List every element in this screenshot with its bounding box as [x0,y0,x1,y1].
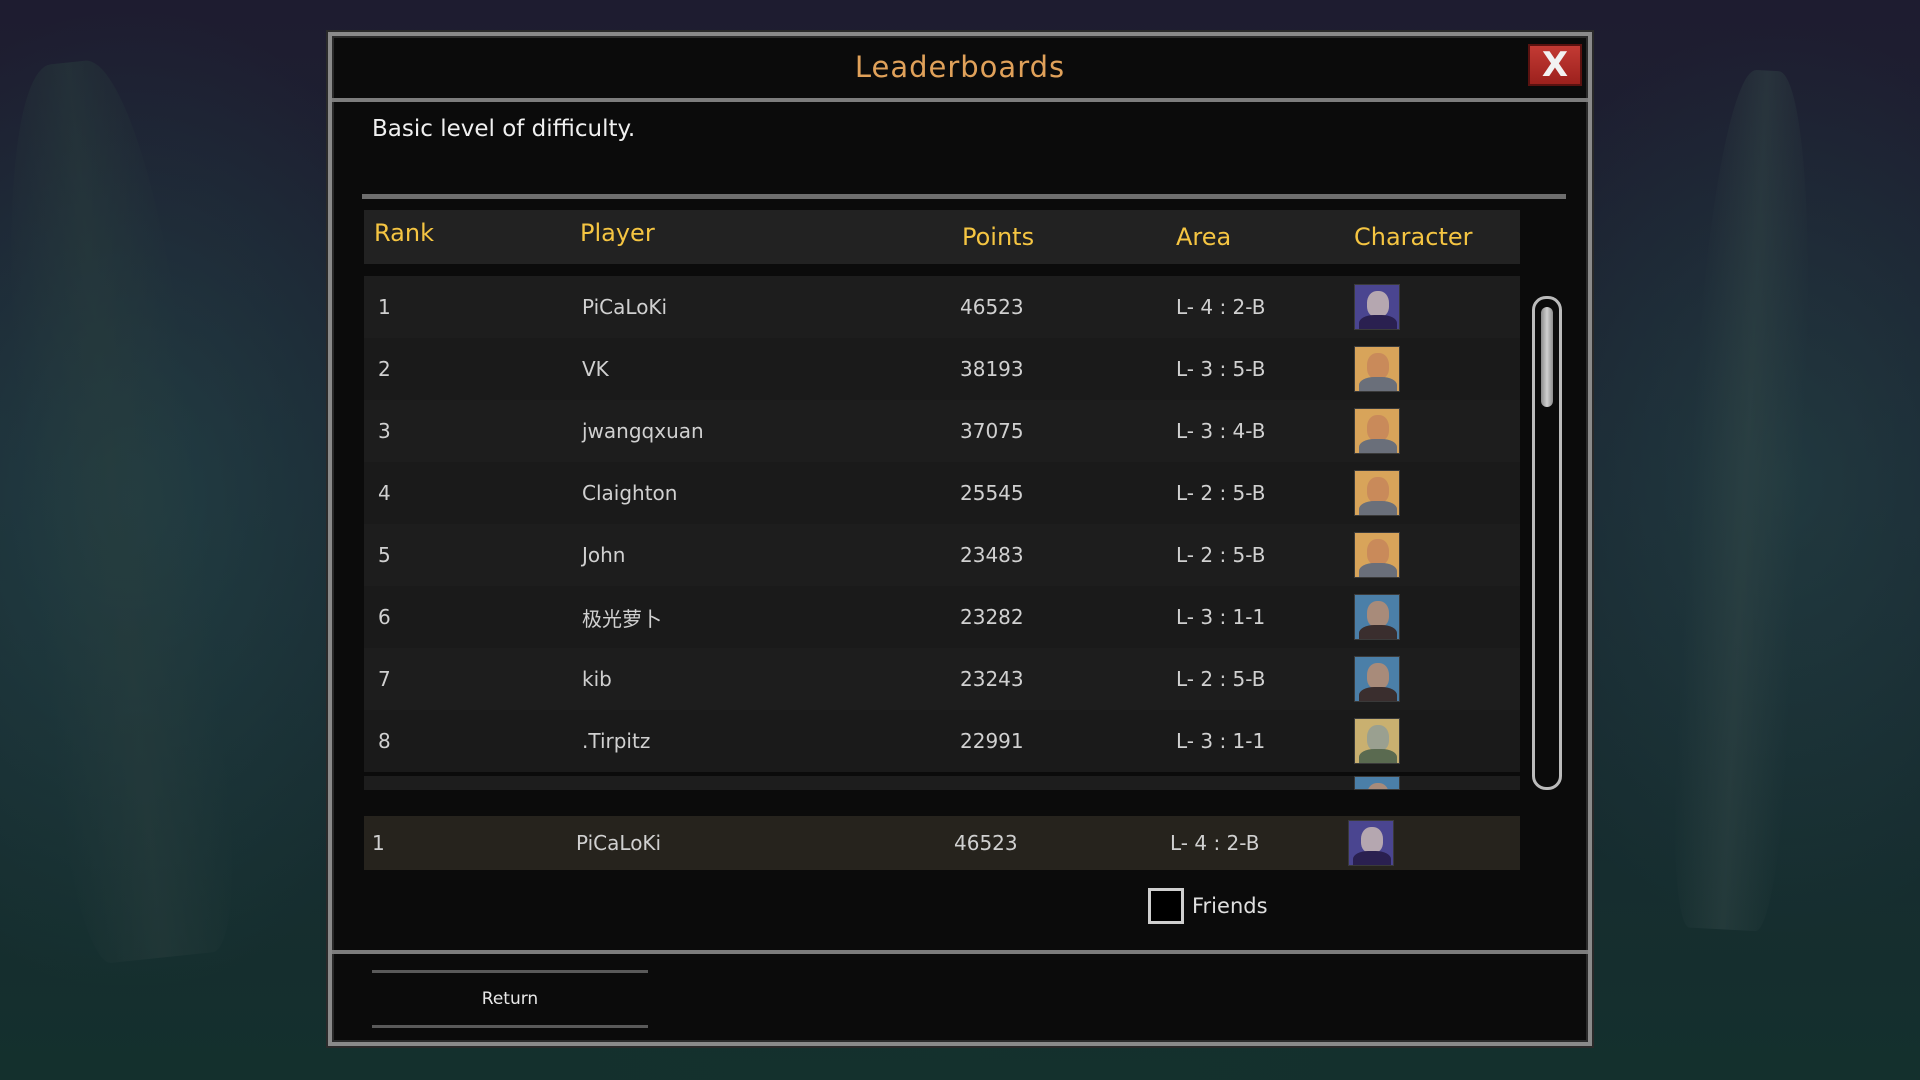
rank-cell: 4 [378,481,391,505]
return-button[interactable]: Return [372,970,648,1028]
points-cell: 23483 [960,543,1024,567]
area-cell: L- 2 : 5-B [1176,481,1266,505]
own-rank: 1 [372,831,385,855]
column-header-character[interactable]: Character [1354,210,1473,264]
column-header-rank[interactable]: Rank [374,206,434,260]
area-cell: L- 3 : 1-1 [1176,729,1266,753]
leaderboard-scrollbar[interactable] [1532,296,1562,790]
table-row-partial [364,776,1520,790]
column-header-player[interactable]: Player [580,206,655,260]
column-header-area[interactable]: Area [1176,210,1231,264]
own-rank-row[interactable]: 1 PiCaLoKi 46523 L- 4 : 2-B [364,816,1520,870]
player-name-cell: VK [582,357,609,381]
table-row[interactable]: 7 kib 23243 L- 2 : 5-B [364,648,1520,710]
difficulty-description: Basic level of difficulty. [372,116,636,142]
friends-checkbox[interactable] [1148,888,1184,924]
points-cell: 37075 [960,419,1024,443]
points-cell: 23243 [960,667,1024,691]
own-character [1348,816,1394,870]
bearded-man-portrait-icon [1354,594,1400,640]
friends-label: Friends [1192,894,1268,918]
points-cell: 23282 [960,605,1024,629]
character-cell [1354,524,1400,586]
area-cell: L- 2 : 5-B [1176,667,1266,691]
rank-cell: 2 [378,357,391,381]
character-cell [1354,338,1400,400]
close-button[interactable]: X [1528,44,1582,86]
own-player-name: PiCaLoKi [576,831,662,855]
rank-cell: 1 [378,295,391,319]
player-name-cell: .Tirpitz [582,729,651,753]
area-cell: L- 4 : 2-B [1176,295,1266,319]
divider [362,194,1566,199]
close-icon: X [1541,45,1569,85]
footer-divider [332,950,1588,954]
area-cell: L- 3 : 5-B [1176,357,1266,381]
own-area: L- 4 : 2-B [1170,831,1260,855]
character-avatar-partial [1354,776,1400,790]
table-row[interactable]: 8 .Tirpitz 22991 L- 3 : 1-1 [364,710,1520,772]
rank-cell: 3 [378,419,391,443]
points-cell: 38193 [960,357,1024,381]
character-cell [1354,648,1400,710]
table-row[interactable]: 2 VK 38193 L- 3 : 5-B [364,338,1520,400]
character-cell [1354,462,1400,524]
area-cell: L- 3 : 1-1 [1176,605,1266,629]
rank-cell: 6 [378,605,391,629]
table-row[interactable]: 4 Claighton 25545 L- 2 : 5-B [364,462,1520,524]
area-cell: L- 2 : 5-B [1176,543,1266,567]
character-cell [1354,586,1400,648]
scrollbar-thumb[interactable] [1541,307,1553,407]
table-header: Rank Player Points Area Character [364,210,1520,264]
player-name-cell: jwangqxuan [582,419,704,443]
bald-monk-portrait-icon [1354,470,1400,516]
table-row[interactable]: 1 PiCaLoKi 46523 L- 4 : 2-B [364,276,1520,338]
purple-hooded-portrait-icon [1348,820,1394,866]
bald-monk-portrait-icon [1354,532,1400,578]
background-tree-left [0,53,247,967]
area-cell: L- 3 : 4-B [1176,419,1266,443]
rank-cell: 7 [378,667,391,691]
player-name-cell: 极光萝卜 [582,606,662,631]
character-cell [1354,400,1400,462]
column-header-points[interactable]: Points [962,210,1034,264]
table-row[interactable]: 5 John 23483 L- 2 : 5-B [364,524,1520,586]
character-cell [1354,710,1400,772]
dialog-title: Leaderboards [854,50,1066,84]
character-cell [1354,276,1400,338]
bald-monk-portrait-icon [1354,346,1400,392]
background-tree-right [1667,67,1823,933]
leaderboards-dialog: Leaderboards X Basic level of difficulty… [328,32,1592,1046]
rank-cell: 5 [378,543,391,567]
portrait-partial-icon [1354,776,1400,790]
friends-filter[interactable]: Friends [1148,888,1268,924]
bald-monk-portrait-icon [1354,408,1400,454]
own-points: 46523 [954,831,1018,855]
player-name-cell: Claighton [582,481,678,505]
table-row[interactable]: 3 jwangqxuan 37075 L- 3 : 4-B [364,400,1520,462]
player-name-cell: kib [582,667,612,691]
leaderboard-list[interactable]: 1 PiCaLoKi 46523 L- 4 : 2-B 2 VK 38193 L- 3 : 5… [364,276,1568,790]
points-cell: 46523 [960,295,1024,319]
player-name-cell: John [582,543,626,567]
purple-hooded-portrait-icon [1354,284,1400,330]
bearded-man-portrait-icon [1354,656,1400,702]
table-row[interactable]: 6 极光萝卜 23282 L- 3 : 1-1 [364,586,1520,648]
rank-cell: 8 [378,729,391,753]
points-cell: 25545 [960,481,1024,505]
points-cell: 22991 [960,729,1024,753]
old-woman-portrait-icon [1354,718,1400,764]
player-name-cell: PiCaLoKi [582,295,668,319]
title-bar: Leaderboards X [332,36,1588,102]
